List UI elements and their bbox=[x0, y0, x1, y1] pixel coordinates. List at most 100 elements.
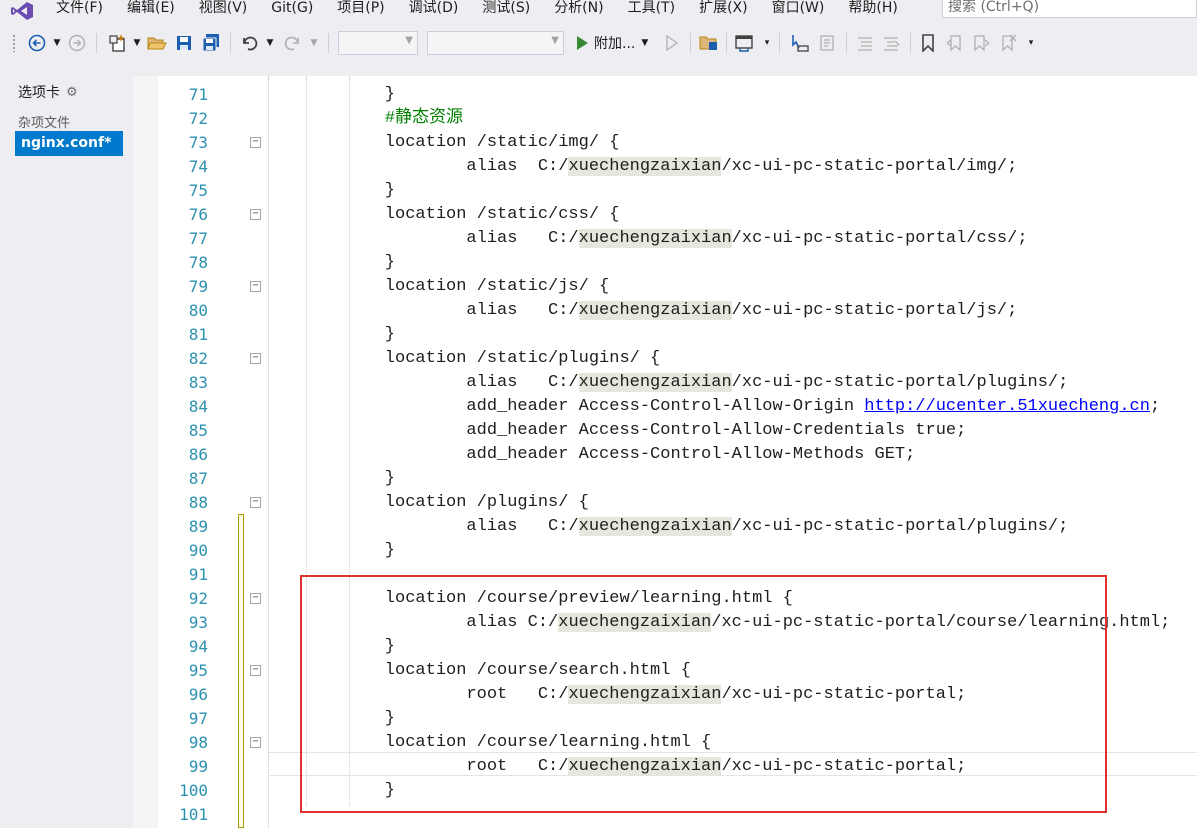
collapse-icon[interactable]: − bbox=[250, 497, 261, 508]
bookmark-icon[interactable] bbox=[917, 31, 939, 55]
toolbar-grip[interactable] bbox=[12, 34, 16, 52]
code-token: add_header Access-Control-Allow-Origin bbox=[344, 397, 865, 416]
code-token: location /static/js/ { bbox=[344, 277, 610, 296]
collapse-icon[interactable]: − bbox=[250, 737, 261, 748]
back-icon[interactable] bbox=[26, 31, 48, 55]
standard-toolbar: ▼ ▼ ▼ ▼ ▼ ▼ 附加... ▼ ▾ ▾ bbox=[0, 22, 1197, 64]
code-token: } bbox=[344, 325, 396, 344]
collapse-icon[interactable]: − bbox=[250, 353, 261, 364]
collapse-icon[interactable]: − bbox=[250, 665, 261, 676]
back-dropdown-icon[interactable]: ▼ bbox=[50, 31, 64, 55]
solution-platform-dropdown[interactable]: ▼ bbox=[427, 31, 564, 55]
step-icon[interactable] bbox=[788, 31, 812, 55]
code-line: 77 alias C:/xuechengzaixian/xc-ui-pc-sta… bbox=[158, 227, 1197, 251]
menu-item[interactable]: 工具(T) bbox=[616, 0, 687, 22]
code-token: xuechengzaixian bbox=[578, 229, 732, 248]
code-token: } bbox=[344, 469, 396, 488]
menu-item[interactable]: 调试(D) bbox=[397, 0, 471, 22]
code-token: xuechengzaixian bbox=[578, 517, 732, 536]
menu-item[interactable]: 项目(P) bbox=[325, 0, 396, 22]
comment-icon[interactable] bbox=[853, 31, 877, 55]
menu-item[interactable]: 扩展(X) bbox=[687, 0, 760, 22]
code-text: #静态资源 bbox=[344, 107, 463, 131]
menu-item[interactable]: 编辑(E) bbox=[115, 0, 187, 22]
collapse-icon[interactable]: − bbox=[250, 137, 261, 148]
redo-icon[interactable] bbox=[282, 31, 304, 55]
line-number: 86 bbox=[188, 445, 208, 464]
tab-nginx-conf[interactable]: nginx.conf* bbox=[15, 131, 123, 156]
code-token: alias C:/ bbox=[344, 157, 569, 176]
line-number: 90 bbox=[188, 541, 208, 560]
annotation-highlight-box bbox=[300, 575, 1107, 813]
toolbar-separator bbox=[779, 33, 780, 53]
code-token: } bbox=[344, 181, 396, 200]
line-number: 84 bbox=[188, 397, 208, 416]
solution-explorer-icon[interactable] bbox=[697, 31, 721, 55]
line-number: 76 bbox=[188, 205, 208, 224]
toolbar-separator bbox=[846, 33, 847, 53]
toolbar-separator bbox=[230, 33, 231, 53]
code-token: /xc-ui-pc-static-portal/js/; bbox=[731, 301, 1018, 320]
toolbar-separator bbox=[96, 33, 97, 53]
visual-studio-logo-icon[interactable] bbox=[0, 0, 44, 22]
toolbar-separator bbox=[726, 33, 727, 53]
uncomment-icon[interactable] bbox=[879, 31, 903, 55]
undo-dropdown-icon[interactable]: ▼ bbox=[264, 31, 276, 55]
code-text: alias C:/xuechengzaixian/xc-ui-pc-static… bbox=[344, 371, 1068, 395]
gear-icon[interactable]: ⚙ bbox=[66, 85, 78, 100]
code-text: location /static/js/ { bbox=[344, 275, 609, 299]
line-number: 93 bbox=[188, 613, 208, 632]
toolbar-separator bbox=[690, 33, 691, 53]
next-bookmark-icon[interactable] bbox=[970, 31, 992, 55]
code-text: alias C:/xuechengzaixian/xc-ui-pc-static… bbox=[344, 515, 1068, 539]
menu-bar: 文件(F) 编辑(E) 视图(V) Git(G) 项目(P) 调试(D) 测试(S) 分析(N… bbox=[0, 0, 1197, 22]
collapse-icon[interactable]: − bbox=[250, 281, 261, 292]
code-line: 80 alias C:/xuechengzaixian/xc-ui-pc-sta… bbox=[158, 299, 1197, 323]
code-token: ; bbox=[1149, 397, 1161, 416]
search-input[interactable]: 搜索 (Ctrl+Q) bbox=[942, 0, 1197, 18]
line-number: 83 bbox=[188, 373, 208, 392]
window-layout-dropdown-icon[interactable]: ▾ bbox=[761, 31, 773, 55]
code-line: 79 − location /static/js/ { bbox=[158, 275, 1197, 299]
code-token: /xc-ui-pc-static-portal/plugins/; bbox=[731, 517, 1069, 536]
code-text: add_header Access-Control-Allow-Methods … bbox=[344, 443, 915, 467]
menu-item[interactable]: Git(G) bbox=[259, 0, 325, 22]
clear-bookmarks-icon[interactable] bbox=[997, 31, 1019, 55]
forward-icon[interactable] bbox=[66, 31, 88, 55]
solution-config-dropdown[interactable]: ▼ bbox=[338, 31, 418, 55]
undo-icon[interactable] bbox=[238, 31, 260, 55]
tabs-panel-gutter bbox=[133, 76, 158, 828]
prev-bookmark-icon[interactable] bbox=[944, 31, 966, 55]
code-comment: #静态资源 bbox=[384, 109, 464, 128]
code-text: } bbox=[344, 539, 395, 563]
code-line: 81 } bbox=[158, 323, 1197, 347]
code-link[interactable]: http://ucenter.51xuecheng.cn bbox=[864, 397, 1150, 416]
menu-item[interactable]: 视图(V) bbox=[187, 0, 260, 22]
menu-item[interactable]: 文件(F) bbox=[44, 0, 115, 22]
menu-item[interactable]: 测试(S) bbox=[470, 0, 542, 22]
menu-item[interactable]: 窗口(W) bbox=[760, 0, 837, 22]
window-layout-icon[interactable] bbox=[732, 31, 756, 55]
format-icon[interactable] bbox=[815, 31, 839, 55]
collapse-icon[interactable]: − bbox=[250, 593, 261, 604]
code-token: /xc-ui-pc-static-portal/css/; bbox=[731, 229, 1028, 248]
tab-group-label: 杂项文件 bbox=[18, 116, 71, 131]
line-number: 91 bbox=[188, 565, 208, 584]
redo-dropdown-icon[interactable]: ▼ bbox=[308, 31, 320, 55]
open-folder-icon[interactable] bbox=[146, 31, 168, 55]
run-button[interactable]: 附加... ▼ bbox=[574, 31, 654, 55]
save-all-icon[interactable] bbox=[199, 31, 223, 55]
run-without-debug-icon[interactable] bbox=[662, 31, 682, 55]
tabs-panel-body bbox=[0, 76, 133, 828]
save-icon[interactable] bbox=[173, 31, 195, 55]
code-text: add_header Access-Control-Allow-Credenti… bbox=[344, 419, 966, 443]
code-token: alias C:/ bbox=[344, 517, 579, 536]
new-project-dropdown-icon[interactable]: ▼ bbox=[131, 31, 143, 55]
code-text: } bbox=[344, 83, 395, 107]
menu-item[interactable]: 分析(N) bbox=[542, 0, 615, 22]
code-line: 87 } bbox=[158, 467, 1197, 491]
toolbar-overflow-icon[interactable]: ▾ bbox=[1024, 31, 1038, 55]
collapse-icon[interactable]: − bbox=[250, 209, 261, 220]
menu-item[interactable]: 帮助(H) bbox=[836, 0, 909, 22]
new-project-icon[interactable] bbox=[106, 31, 130, 55]
